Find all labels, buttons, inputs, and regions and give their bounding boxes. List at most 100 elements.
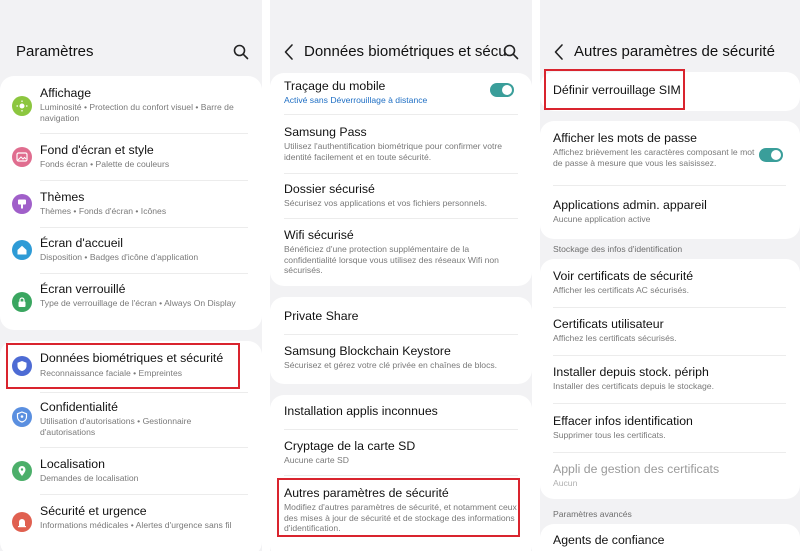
- settings-item-find-my-mobile[interactable]: Traçage du mobile Activé sans Déverrouil…: [270, 79, 532, 107]
- settings-item-location[interactable]: Localisation Demandes de localisation: [0, 457, 262, 489]
- settings-item-label: Dossier sécurisé: [284, 182, 375, 196]
- settings-item-subtitle: Fonds écran • Palette de couleurs: [40, 159, 170, 169]
- section-header-credential-storage: Stockage des infos d'identification: [553, 244, 683, 254]
- divider: [553, 452, 786, 453]
- settings-item-sd-card-encryption[interactable]: Cryptage de la carte SD Aucune carte SD: [270, 439, 532, 469]
- settings-screen: Paramètres Affichage Luminosité • Protec…: [0, 0, 262, 551]
- settings-item-subtitle: Disposition • Badges d'icône d'applicati…: [40, 252, 199, 262]
- settings-item-subtitle: Aucune carte SD: [284, 455, 349, 465]
- settings-item-label: Appli de gestion des certificats: [553, 462, 720, 476]
- top-bar: Données biométriques et sécu: [270, 40, 532, 66]
- settings-item-label: Afficher les mots de passe: [553, 131, 697, 145]
- settings-item-view-certificates[interactable]: Voir certificats de sécurité Afficher le…: [540, 269, 800, 301]
- divider: [40, 392, 248, 393]
- settings-item-wallpaper[interactable]: Fond d'écran et style Fonds écran • Pale…: [0, 143, 262, 175]
- settings-item-label: Wifi sécurisé: [284, 228, 354, 242]
- settings-item-home-screen[interactable]: Écran d'accueil Disposition • Badges d'i…: [0, 236, 262, 268]
- divider: [553, 307, 786, 308]
- lock-icon: [12, 292, 32, 312]
- settings-item-label: Cryptage de la carte SD: [284, 439, 416, 453]
- divider: [40, 180, 248, 181]
- security-group-credentials: Voir certificats de sécurité Afficher le…: [540, 259, 800, 499]
- settings-item-label: Samsung Blockchain Keystore: [284, 344, 451, 358]
- settings-item-subtitle: Utilisation d'autorisations • Gestionnai…: [40, 416, 192, 437]
- biometrics-group-main: Traçage du mobile Activé sans Déverrouil…: [270, 73, 532, 286]
- settings-item-subtitle: Supprimer tous les certificats.: [553, 430, 666, 440]
- find-my-mobile-toggle[interactable]: [490, 83, 514, 97]
- section-header-advanced: Paramètres avancés: [553, 509, 632, 519]
- settings-item-privacy[interactable]: Confidentialité Utilisation d'autorisati…: [0, 400, 262, 440]
- settings-item-blockchain-keystore[interactable]: Samsung Blockchain Keystore Sécurisez et…: [270, 344, 532, 376]
- divider: [40, 494, 248, 495]
- settings-item-label: Private Share: [284, 309, 359, 323]
- highlight-box: [6, 343, 240, 389]
- top-bar: Autres paramètres de sécurité: [540, 40, 800, 66]
- divider: [553, 185, 786, 186]
- settings-item-samsung-pass[interactable]: Samsung Pass Utilisez l'authentification…: [270, 125, 532, 165]
- back-arrow-icon[interactable]: [552, 43, 568, 61]
- settings-item-trust-agents[interactable]: Agents de confiance: [540, 533, 800, 551]
- settings-item-install-from-storage[interactable]: Installer depuis stock. périph Installer…: [540, 365, 800, 397]
- page-title: Autres paramètres de sécurité: [574, 43, 775, 60]
- settings-item-label: Samsung Pass: [284, 125, 367, 139]
- settings-item-safety-emergency[interactable]: Sécurité et urgence Informations médical…: [0, 504, 262, 548]
- settings-item-clear-credentials[interactable]: Effacer infos identification Supprimer t…: [540, 414, 800, 446]
- settings-item-show-passwords[interactable]: Afficher les mots de passe Affichez briè…: [540, 131, 800, 183]
- divider: [284, 218, 518, 219]
- divider: [553, 403, 786, 404]
- settings-item-label: Sécurité et urgence: [40, 504, 147, 518]
- settings-item-device-admin-apps[interactable]: Applications admin. appareil Aucune appl…: [540, 198, 800, 230]
- show-passwords-toggle[interactable]: [759, 148, 783, 162]
- settings-item-subtitle: Affichez brièvement les caractères compo…: [553, 147, 755, 168]
- settings-item-label: Écran verrouillé: [40, 282, 126, 296]
- settings-item-subtitle: Installer des certificats depuis le stoc…: [553, 381, 714, 391]
- settings-item-label: Écran d'accueil: [40, 236, 124, 250]
- settings-item-lock-screen[interactable]: Écran verrouillé Type de verrouillage de…: [0, 282, 262, 326]
- settings-item-unknown-apps[interactable]: Installation applis inconnues: [270, 404, 532, 424]
- settings-item-label: Traçage du mobile: [284, 79, 386, 93]
- settings-item-subtitle: Afficher les certificats AC sécurisés.: [553, 285, 689, 295]
- settings-item-subtitle: Affichez les certificats sécurisés.: [553, 333, 677, 343]
- theme-brush-icon: [12, 194, 32, 214]
- search-icon[interactable]: [233, 44, 249, 60]
- back-arrow-icon[interactable]: [282, 43, 298, 61]
- settings-item-subtitle: Thèmes • Fonds d'écran • Icônes: [40, 206, 167, 216]
- divider: [284, 114, 518, 115]
- settings-item-label: Applications admin. appareil: [553, 198, 707, 212]
- settings-item-display[interactable]: Affichage Luminosité • Protection du con…: [0, 86, 262, 126]
- settings-item-label: Localisation: [40, 457, 105, 471]
- divider: [553, 355, 786, 356]
- security-group-advanced: Agents de confiance: [540, 524, 800, 551]
- settings-item-subtitle: Activé sans Déverrouillage à distance: [284, 95, 428, 105]
- settings-item-subtitle: Informations médicales • Alertes d'urgen…: [40, 520, 232, 530]
- picture-icon: [12, 147, 32, 167]
- settings-item-secure-folder[interactable]: Dossier sécurisé Sécurisez vos applicati…: [270, 182, 532, 212]
- divider: [40, 133, 248, 134]
- search-icon[interactable]: [503, 44, 519, 60]
- page-title: Paramètres: [16, 43, 94, 60]
- settings-item-subtitle: Type de verrouillage de l'écran • Always…: [40, 298, 236, 308]
- settings-item-label: Installation applis inconnues: [284, 404, 438, 418]
- settings-item-label: Certificats utilisateur: [553, 317, 664, 331]
- settings-item-subtitle: Aucun: [553, 478, 578, 488]
- settings-item-label: Fond d'écran et style: [40, 143, 154, 157]
- settings-item-subtitle: Luminosité • Protection du confort visue…: [40, 102, 234, 123]
- settings-item-secure-wifi[interactable]: Wifi sécurisé Bénéficiez d'une protectio…: [270, 228, 532, 282]
- divider: [284, 475, 518, 476]
- settings-item-themes[interactable]: Thèmes Thèmes • Fonds d'écran • Icônes: [0, 190, 262, 222]
- biometrics-group-sharing: Private Share Samsung Blockchain Keystor…: [270, 297, 532, 384]
- settings-item-private-share[interactable]: Private Share: [270, 309, 532, 329]
- top-bar: Paramètres: [0, 40, 262, 66]
- location-pin-icon: [12, 461, 32, 481]
- page-title: Données biométriques et sécu: [304, 43, 507, 60]
- security-group-passwords: Afficher les mots de passe Affichez briè…: [540, 121, 800, 239]
- divider: [40, 227, 248, 228]
- sun-icon: [12, 96, 32, 116]
- settings-item-subtitle: Utilisez l'authentification biométrique …: [284, 141, 503, 162]
- settings-item-label: Installer depuis stock. périph: [553, 365, 709, 379]
- settings-item-subtitle: Sécurisez et gérez votre clé privée en c…: [284, 360, 498, 370]
- settings-item-label: Effacer infos identification: [553, 414, 693, 428]
- emergency-icon: [12, 512, 32, 532]
- divider: [40, 273, 248, 274]
- settings-item-user-certificates[interactable]: Certificats utilisateur Affichez les cer…: [540, 317, 800, 349]
